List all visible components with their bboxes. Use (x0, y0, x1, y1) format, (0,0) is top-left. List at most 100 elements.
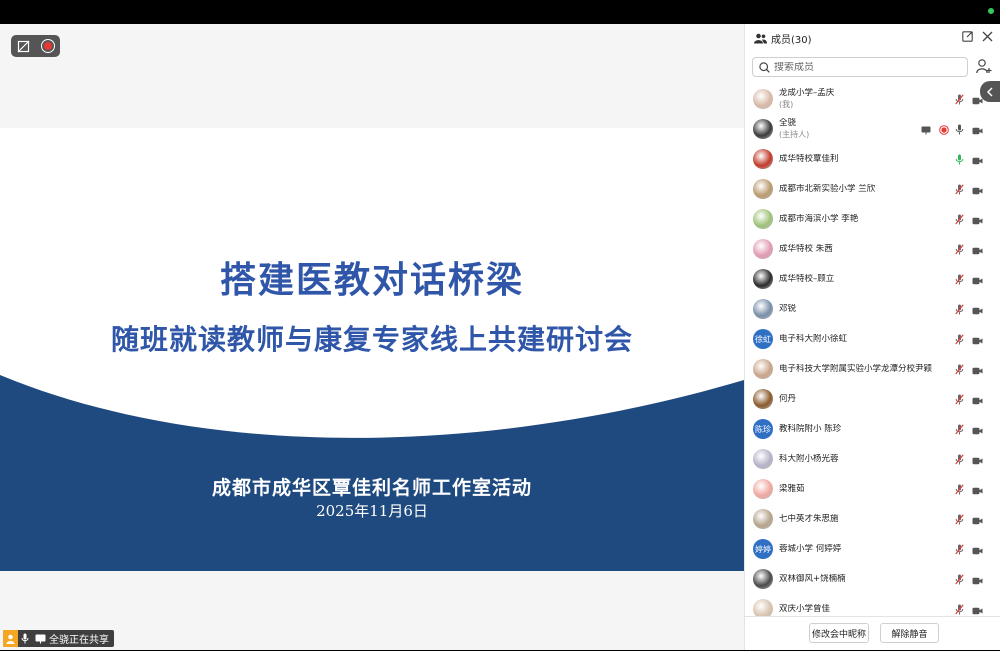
user-icon (3, 630, 18, 647)
people-icon (754, 33, 767, 43)
member-row[interactable]: 双林御风+饶楠楠 (745, 564, 1000, 594)
member-name: 双林御风+饶楠楠 (779, 573, 846, 584)
member-row[interactable]: 陈珍 教科院附小 陈珍 (745, 414, 1000, 444)
presentation-slide: 搭建医教对话桥梁 随班就读教师与康复专家线上共建研讨会 成都市成华区覃佳利名师工… (0, 128, 744, 571)
mic-muted-icon[interactable] (955, 540, 964, 559)
member-search-input[interactable] (774, 61, 954, 73)
camera-icon[interactable] (972, 390, 983, 409)
camera-icon[interactable] (972, 240, 983, 259)
members-panel: 成员(30) 龙成小学–孟庆 (我) 全骁 (主持人) 成华特校覃佳利成都市北新实验小学… (744, 24, 1000, 650)
member-row[interactable]: 邓锐 (745, 294, 1000, 324)
camera-icon[interactable] (972, 210, 983, 229)
close-icon[interactable] (982, 31, 993, 42)
member-name: 成华特校–顾立 (779, 273, 835, 284)
mic-muted-icon[interactable] (955, 510, 964, 529)
slide-date: 2025年11月6日 (316, 502, 428, 520)
avatar (753, 269, 773, 289)
camera-icon[interactable] (972, 540, 983, 559)
mic-muted-icon[interactable] (955, 300, 964, 319)
mic-muted-icon[interactable] (955, 270, 964, 289)
avatar (753, 479, 773, 499)
member-row[interactable]: 成华特校覃佳利 (745, 144, 1000, 174)
member-row[interactable]: 电子科技大学附属实验小学龙潭分校尹颖 (745, 354, 1000, 384)
member-name: 科大附小杨光蓉 (779, 453, 839, 464)
camera-icon[interactable] (972, 270, 983, 289)
member-name: 成都市北新实验小学 兰欣 (779, 183, 876, 194)
mic-muted-icon[interactable] (955, 360, 964, 379)
sharing-status-bar: 全骁正在共享 (3, 630, 114, 647)
member-row[interactable]: 科大附小杨光蓉 (745, 444, 1000, 474)
chevron-left-icon (986, 86, 993, 97)
mic-icon[interactable] (955, 150, 964, 169)
camera-icon[interactable] (972, 600, 983, 617)
unmute-all-button[interactable]: 解除静音 (880, 623, 939, 643)
member-row[interactable]: 龙成小学–孟庆 (我) (745, 84, 1000, 114)
avatar (753, 149, 773, 169)
camera-icon[interactable] (972, 360, 983, 379)
members-panel-title: 成员(30) (771, 34, 812, 46)
mic-muted-icon[interactable] (955, 570, 964, 589)
member-row[interactable]: 成华特校 朱茜 (745, 234, 1000, 264)
slide-subtitle: 随班就读教师与康复专家线上共建研讨会 (110, 323, 633, 356)
member-name: 教科院附小 陈珍 (779, 423, 842, 434)
camera-icon[interactable] (972, 450, 983, 469)
mic-muted-icon[interactable] (955, 450, 964, 469)
member-row[interactable]: 成华特校–顾立 (745, 264, 1000, 294)
mic-muted-icon[interactable] (955, 180, 964, 199)
member-name: 邓锐 (779, 303, 797, 314)
mic-icon[interactable] (955, 120, 964, 139)
member-row[interactable]: 婷婷 蓉城小学 何婷婷 (745, 534, 1000, 564)
top-bar (0, 0, 1000, 24)
avatar (753, 599, 773, 616)
avatar-initials: 婷婷 (755, 544, 771, 554)
avatar (753, 209, 773, 229)
avatar (753, 299, 773, 319)
member-name: 龙成小学–孟庆 (779, 88, 835, 98)
member-row[interactable]: 七中英才朱思施 (745, 504, 1000, 534)
annotation-record-toolbar[interactable] (11, 35, 60, 57)
member-row[interactable]: 成都市北新实验小学 兰欣 (745, 174, 1000, 204)
member-row[interactable]: 全骁 (主持人) (745, 114, 1000, 144)
member-row[interactable]: 双庆小学曾佳 (745, 594, 1000, 616)
mic-muted-icon[interactable] (955, 240, 964, 259)
camera-icon[interactable] (972, 570, 983, 589)
mic-muted-icon[interactable] (955, 330, 964, 349)
collapse-panel-button[interactable] (980, 81, 1000, 102)
add-user-icon[interactable] (976, 59, 992, 74)
annotate-off-icon[interactable] (17, 40, 30, 53)
avatar (753, 389, 773, 409)
camera-icon[interactable] (972, 330, 983, 349)
avatar (753, 449, 773, 469)
camera-icon[interactable] (972, 300, 983, 319)
member-row[interactable]: 徐虹 电子科大附小徐虹 (745, 324, 1000, 354)
popout-icon[interactable] (962, 31, 973, 42)
screen-share-icon (32, 634, 49, 644)
mic-muted-icon[interactable] (955, 90, 964, 109)
member-row[interactable]: 何丹 (745, 384, 1000, 414)
camera-icon[interactable] (972, 420, 983, 439)
member-row[interactable]: 梁雅茹 (745, 474, 1000, 504)
member-list: 龙成小学–孟庆 (我) 全骁 (主持人) 成华特校覃佳利成都市北新实验小学 兰欣成都市海… (745, 84, 1000, 616)
avatar (753, 239, 773, 259)
camera-icon[interactable] (972, 120, 983, 139)
camera-icon[interactable] (972, 510, 983, 529)
member-search-box[interactable] (752, 57, 968, 77)
avatar: 婷婷 (753, 539, 773, 559)
avatar: 陈珍 (753, 419, 773, 439)
camera-icon[interactable] (972, 150, 983, 169)
member-row[interactable]: 成都市海滨小学 李艳 (745, 204, 1000, 234)
camera-icon[interactable] (972, 180, 983, 199)
mic-muted-icon[interactable] (955, 210, 964, 229)
member-name: 全骁 (779, 118, 797, 128)
mic-muted-icon[interactable] (955, 390, 964, 409)
recording-icon[interactable] (40, 39, 55, 53)
member-name: 何丹 (779, 393, 797, 404)
mic-muted-icon[interactable] (955, 600, 964, 617)
member-role: (主持人) (779, 130, 810, 139)
avatar: 徐虹 (753, 329, 773, 349)
rename-button[interactable]: 修改会中昵称 (809, 623, 869, 643)
mic-muted-icon[interactable] (955, 480, 964, 499)
mic-muted-icon[interactable] (955, 420, 964, 439)
member-name: 梁雅茹 (779, 483, 805, 494)
camera-icon[interactable] (972, 480, 983, 499)
